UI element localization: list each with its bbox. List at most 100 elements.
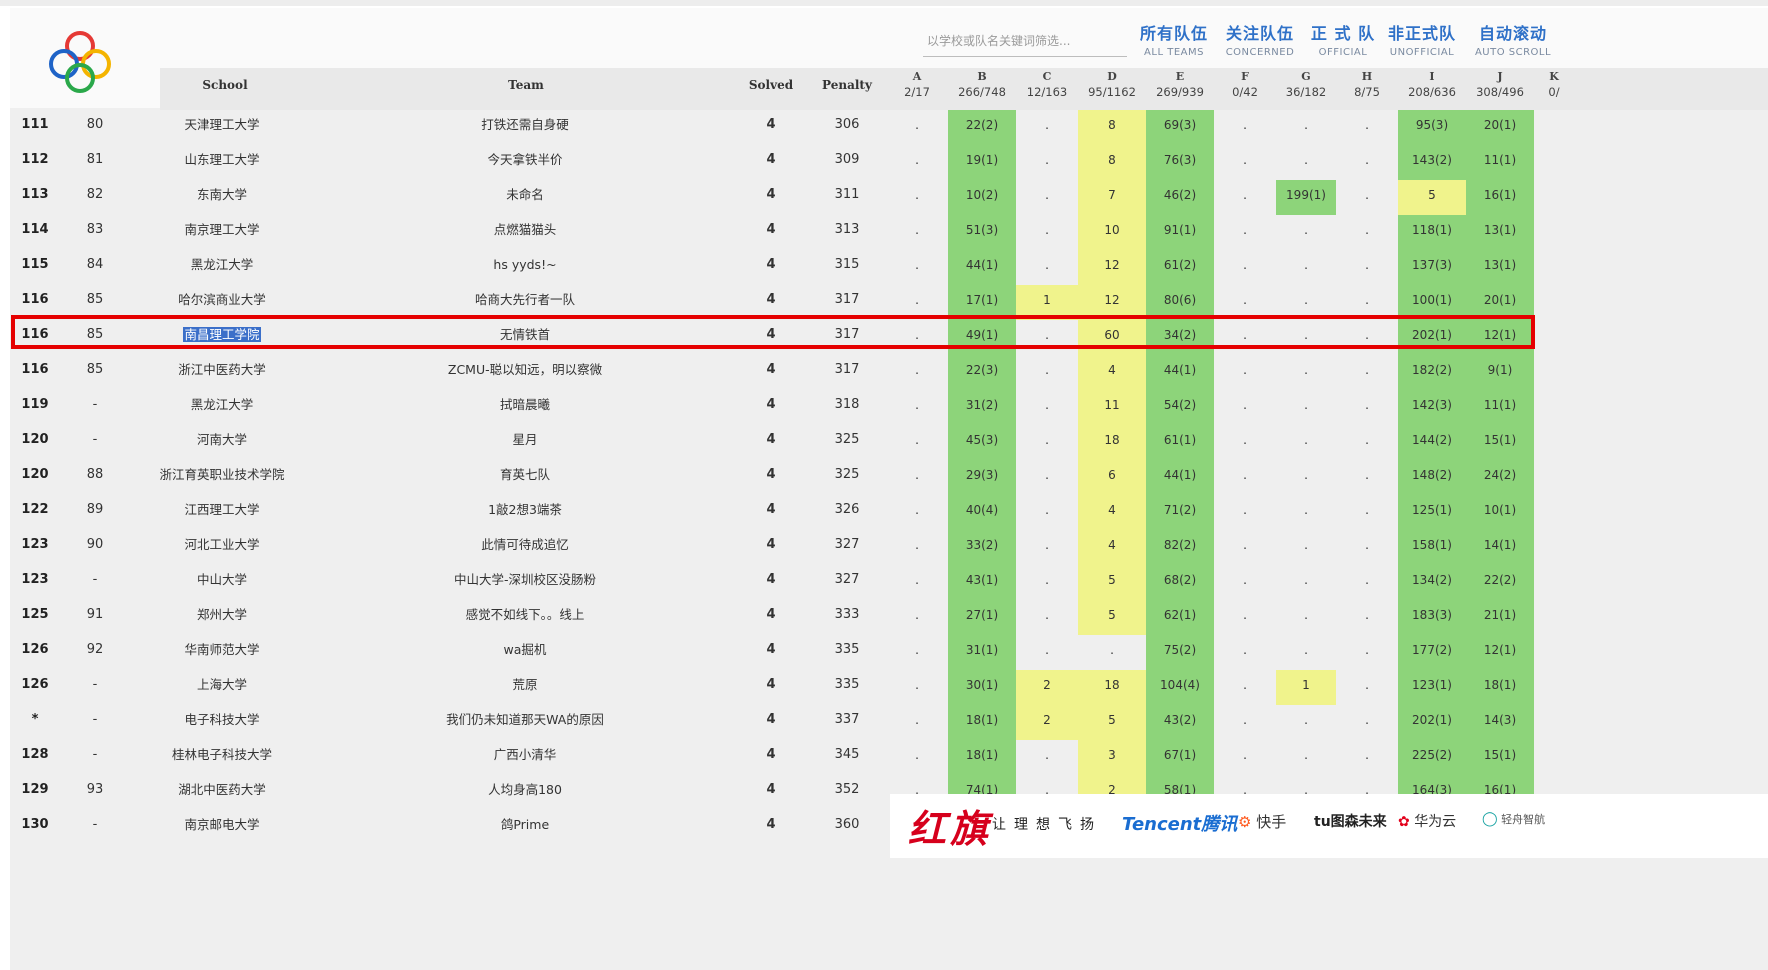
problem-cell-i: 142(3): [1398, 390, 1466, 425]
top-divider: [0, 0, 1768, 6]
column-header-solved: Solved: [748, 78, 794, 92]
problem-cell-e: 76(3): [1146, 145, 1214, 180]
problem-header-f[interactable]: F 0/42: [1214, 70, 1276, 99]
school-cell: 天津理工大学: [184, 117, 260, 132]
problem-cell-h: .: [1365, 503, 1369, 517]
problem-header-i[interactable]: I 208/636: [1398, 70, 1466, 99]
table-row[interactable]: 125 91 郑州大学 感觉不如线下。。线上 4 333. 27(1). 5 62(1)... 1…: [10, 600, 1768, 635]
school-cell: 上海大学: [196, 677, 247, 692]
nav-auto-scroll[interactable]: 自动滚动 AUTO SCROLL: [1468, 20, 1558, 64]
problem-cell-c: 2: [1016, 670, 1078, 705]
problem-cell-j: 22(2): [1466, 565, 1534, 600]
problem-cell-i: 182(2): [1398, 355, 1466, 390]
problem-header-e[interactable]: E 269/939: [1146, 70, 1214, 99]
table-row[interactable]: 112 81 山东理工大学 今天拿铁半价 4 309. 19(1). 8 76(3)... 143…: [10, 145, 1768, 180]
problem-cell-i: 134(2): [1398, 565, 1466, 600]
problem-header-k[interactable]: K 0/: [1534, 70, 1574, 99]
problem-cell-b: 19(1): [948, 145, 1016, 180]
problem-cell-i: 183(3): [1398, 600, 1466, 635]
team-cell: 拭暗晨曦: [499, 397, 550, 412]
problem-cell-k: [1534, 565, 1574, 600]
nav-label-en: ALL TEAMS: [1144, 47, 1204, 58]
nav-unofficial[interactable]: 非正式队 UNOFFICIAL: [1382, 20, 1462, 64]
table-row[interactable]: 114 83 南京理工大学 点燃猫猫头 4 313. 51(3). 10 91(1)... 118…: [10, 215, 1768, 250]
problem-header-d[interactable]: D 95/1162: [1078, 70, 1146, 99]
problem-cell-k: [1534, 215, 1574, 250]
problem-cell-k: [1534, 705, 1574, 740]
problem-cell-i: 202(1): [1398, 320, 1466, 355]
problem-header-c[interactable]: C 12/163: [1016, 70, 1078, 99]
table-row[interactable]: 128 - 桂林电子科技大学 广西小清华 4 345. 18(1). 3 67(1)... 225…: [10, 740, 1768, 775]
problem-cell-c: .: [1045, 538, 1049, 552]
table-row[interactable]: 116 85 南昌理工学院 无情铁首 4 317. 49(1). 60 34(2)... 202(…: [10, 320, 1768, 355]
table-row[interactable]: 113 82 东南大学 未命名 4 311. 10(2). 7 46(2). 199(1). 5 16…: [10, 180, 1768, 215]
table-row[interactable]: 115 84 黑龙江大学 hs yyds!~ 4 315. 44(1). 12 61(2)...…: [10, 250, 1768, 285]
table-row[interactable]: 119 - 黑龙江大学 拭暗晨曦 4 318. 31(2). 11 54(2)... 142(3)…: [10, 390, 1768, 425]
table-row[interactable]: 126 - 上海大学 荒原 4 335. 30(1) 2 18 104(4). 1. 123(1) 18…: [10, 670, 1768, 705]
problem-stat: 95/1162: [1088, 85, 1136, 99]
problem-cell-h: .: [1365, 538, 1369, 552]
table-row[interactable]: 111 80 天津理工大学 打铁还需自身硬 4 306. 22(2). 8 69(3)... 95…: [10, 110, 1768, 145]
problem-cell-h: .: [1365, 293, 1369, 307]
table-row[interactable]: 116 85 浙江中医药大学 ZCMU-聪以知远，明以察微 4 317. 22(3). 4 44…: [10, 355, 1768, 390]
problem-cell-a: .: [915, 573, 919, 587]
problem-letter: G: [1301, 70, 1311, 83]
official-rank-cell: -: [92, 677, 98, 692]
table-row[interactable]: 123 - 中山大学 中山大学-深圳校区没肠粉 4 327. 43(1). 5 68(2)...…: [10, 565, 1768, 600]
problem-cell-b: 18(1): [948, 740, 1016, 775]
problem-cell-a: .: [915, 398, 919, 412]
problem-cell-d: 7: [1078, 180, 1146, 215]
problem-cell-b: 40(4): [948, 495, 1016, 530]
problem-cell-f: .: [1243, 188, 1247, 202]
problem-cell-f: .: [1243, 258, 1247, 272]
problem-header-g[interactable]: G 36/182: [1276, 70, 1336, 99]
problem-cell-f: .: [1243, 293, 1247, 307]
problem-cell-k: [1534, 740, 1574, 775]
problem-cell-g: .: [1304, 573, 1308, 587]
problem-cell-e: 67(1): [1146, 740, 1214, 775]
problem-cell-j: 12(1): [1466, 320, 1534, 355]
official-rank-cell: -: [92, 432, 98, 447]
problem-cell-a: .: [915, 223, 919, 237]
problem-cell-g: .: [1304, 538, 1308, 552]
problem-cell-g: .: [1304, 153, 1308, 167]
sponsor-hongqi-logo: 红旗: [908, 806, 993, 851]
rank-cell: 111: [21, 117, 49, 132]
team-filter-input[interactable]: [923, 26, 1127, 57]
problem-cell-c: .: [1045, 503, 1049, 517]
problem-header-b[interactable]: B 266/748: [948, 70, 1016, 99]
problem-cell-c: .: [1045, 643, 1049, 657]
school-cell: 湖北中医药大学: [178, 782, 266, 797]
rank-cell: 130: [21, 817, 49, 832]
solved-cell: 4: [766, 467, 776, 482]
school-cell: 哈尔滨商业大学: [178, 292, 266, 307]
table-row[interactable]: 116 85 哈尔滨商业大学 哈商大先行者一队 4 317. 17(1) 1 12 80(6)..…: [10, 285, 1768, 320]
problem-header-a[interactable]: A 2/17: [886, 70, 948, 99]
table-row[interactable]: 122 89 江西理工大学 1敲2想3端茶 4 326. 40(4). 4 71(2)... 12…: [10, 495, 1768, 530]
team-cell: 感觉不如线下。。线上: [465, 607, 585, 622]
rank-cell: 128: [21, 747, 49, 762]
problem-cell-b: 43(1): [948, 565, 1016, 600]
table-row[interactable]: 126 92 华南师范大学 wa掘机 4 335. 31(1).. 75(2)... 177(2…: [10, 635, 1768, 670]
nav-concerned[interactable]: 关注队伍 CONCERNED: [1220, 20, 1300, 64]
table-row[interactable]: 120 - 河南大学 星月 4 325. 45(3). 18 61(1)... 144(2) 15(…: [10, 425, 1768, 460]
table-row[interactable]: 120 88 浙江育英职业技术学院 育英七队 4 325. 29(3). 6 44(1)... 1…: [10, 460, 1768, 495]
problem-cell-d: .: [1110, 643, 1114, 657]
problem-cell-e: 91(1): [1146, 215, 1214, 250]
problem-letter: B: [977, 70, 987, 83]
problem-cell-h: .: [1365, 468, 1369, 482]
nav-all-teams[interactable]: 所有队伍 ALL TEAMS: [1134, 20, 1214, 64]
team-cell: 未命名: [506, 187, 544, 202]
solved-cell: 4: [766, 187, 776, 202]
problem-cell-g: .: [1304, 223, 1308, 237]
problem-cell-e: 82(2): [1146, 530, 1214, 565]
problem-cell-c: .: [1045, 468, 1049, 482]
solved-cell: 4: [766, 537, 776, 552]
problem-header-h[interactable]: H 8/75: [1336, 70, 1398, 99]
table-row[interactable]: * - 电子科技大学 我们仍未知道那天WA的原因 4 337. 18(1) 2 5 43(2)..…: [10, 705, 1768, 740]
problem-header-j[interactable]: J 308/496: [1466, 70, 1534, 99]
problem-cell-j: 20(1): [1466, 285, 1534, 320]
table-row[interactable]: 123 90 河北工业大学 此情可待成追忆 4 327. 33(2). 4 82(2)... 15…: [10, 530, 1768, 565]
nav-official[interactable]: 正 式 队 OFFICIAL: [1308, 20, 1378, 64]
rank-cell: 116: [21, 292, 49, 307]
